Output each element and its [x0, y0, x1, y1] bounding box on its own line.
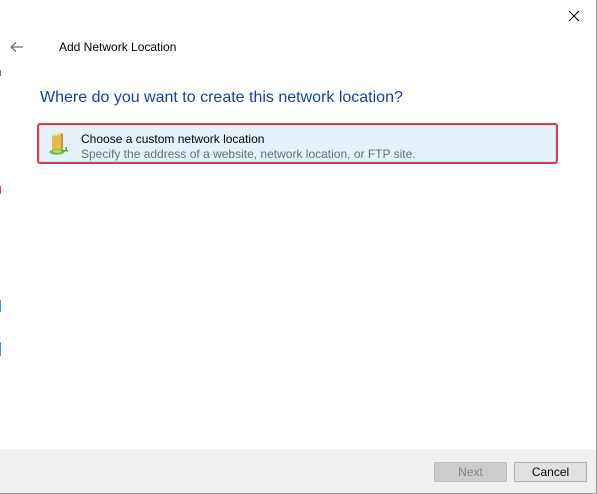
cancel-button[interactable]: Cancel [514, 462, 587, 482]
custom-network-location-option[interactable]: Choose a custom network location Specify… [37, 123, 558, 164]
close-button[interactable] [552, 0, 596, 32]
edge-mark [0, 186, 1, 194]
footer-bar: Next Cancel [0, 449, 596, 493]
edge-mark [0, 300, 1, 312]
next-button[interactable]: Next [434, 462, 507, 482]
back-button[interactable] [6, 36, 28, 58]
back-arrow-icon [10, 41, 23, 53]
network-folder-icon [48, 131, 72, 157]
edge-mark [0, 70, 1, 76]
window-title: Add Network Location [59, 40, 177, 54]
add-network-location-dialog: Add Network Location Where do you want t… [0, 0, 597, 494]
option-description: Specify the address of a website, networ… [81, 147, 416, 161]
page-heading: Where do you want to create this network… [40, 89, 403, 106]
edge-mark [0, 342, 1, 356]
option-title: Choose a custom network location [81, 132, 265, 146]
close-icon [568, 10, 580, 22]
